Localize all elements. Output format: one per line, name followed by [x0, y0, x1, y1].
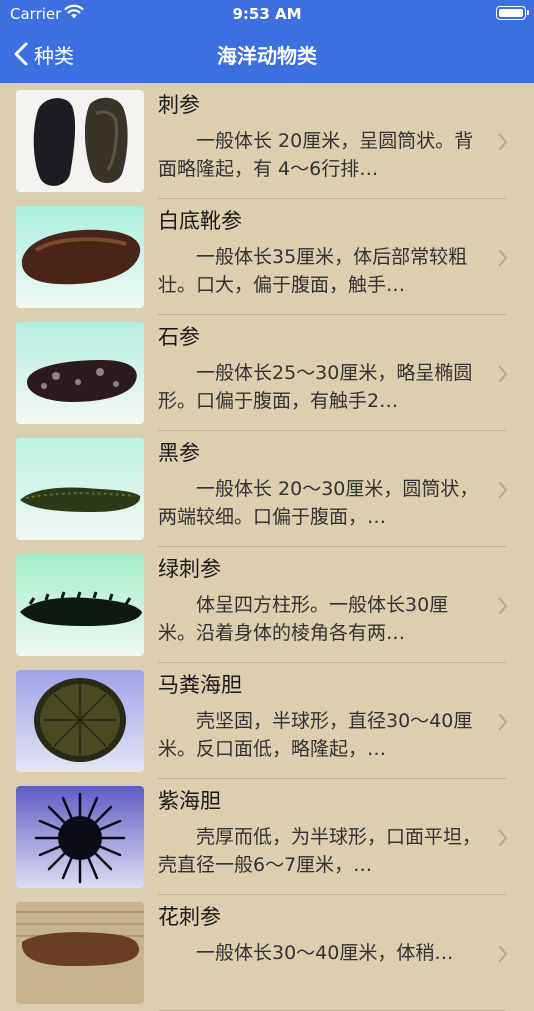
item-description: 一般体长25～30厘米，略呈椭圆形。口偏于腹面，有触手2…	[158, 362, 473, 412]
item-description: 一般体长35厘米，体后部常较粗壮。口大，偏于腹面，触手…	[158, 246, 468, 296]
item-name: 花刺参	[158, 905, 221, 929]
battery-icon	[496, 6, 529, 20]
thumbnail-image	[16, 438, 144, 540]
clock: 9:53 AM	[232, 5, 302, 23]
list-item[interactable]: 刺参 一般体长 20厘米，呈圆筒状。背面略隆起，有 4～6行排…	[0, 83, 534, 199]
chevron-right-icon	[498, 829, 508, 851]
chevron-right-icon	[498, 597, 508, 619]
navigation-bar: Carrier 9:53 AM 种类 海洋动物类	[0, 0, 534, 83]
item-name: 石参	[158, 325, 200, 349]
chevron-right-icon	[498, 481, 508, 503]
status-bar: Carrier 9:53 AM	[0, 0, 534, 28]
list-item[interactable]: 马粪海胆 壳坚固，半球形，直径30～40厘米。反口面低，略隆起，…	[0, 663, 534, 779]
item-description: 一般体长 20～30厘米，圆筒状，两端较细。口偏于腹面，…	[158, 478, 479, 528]
thumbnail-image	[16, 786, 144, 888]
item-description: 一般体长 20厘米，呈圆筒状。背面略隆起，有 4～6行排…	[158, 130, 474, 180]
item-name: 白底靴参	[158, 209, 242, 233]
thumbnail-image	[16, 554, 144, 656]
chevron-right-icon	[498, 365, 508, 387]
list-item[interactable]: 白底靴参 一般体长35厘米，体后部常较粗壮。口大，偏于腹面，触手…	[0, 199, 534, 315]
list-item[interactable]: 紫海胆 壳厚而低，为半球形，口面平坦，壳直径一般6～7厘米，…	[0, 779, 534, 895]
chevron-right-icon	[498, 945, 508, 967]
item-name: 黑参	[158, 441, 200, 465]
item-description: 壳厚而低，为半球形，口面平坦，壳直径一般6～7厘米，…	[158, 826, 482, 876]
thumbnail-image	[16, 902, 144, 1004]
item-description: 体呈四方柱形。一般体长30厘米。沿着身体的棱角各有两…	[158, 594, 449, 644]
chevron-right-icon	[498, 249, 508, 271]
thumbnail-image	[16, 322, 144, 424]
list-item[interactable]: 绿刺参 体呈四方柱形。一般体长30厘米。沿着身体的棱角各有两…	[0, 547, 534, 663]
item-name: 刺参	[158, 93, 200, 117]
chevron-right-icon	[498, 133, 508, 155]
item-name: 紫海胆	[158, 789, 221, 813]
species-list: 刺参 一般体长 20厘米，呈圆筒状。背面略隆起，有 4～6行排… 白底靴参 一般…	[0, 83, 534, 1011]
list-item[interactable]: 黑参 一般体长 20～30厘米，圆筒状，两端较细。口偏于腹面，…	[0, 431, 534, 547]
thumbnail-image	[16, 206, 144, 308]
thumbnail-image	[16, 90, 144, 192]
item-name: 绿刺参	[158, 557, 221, 581]
list-item[interactable]: 花刺参 一般体长30～40厘米，体稍…	[0, 895, 534, 1011]
item-description: 一般体长30～40厘米，体稍…	[196, 942, 454, 964]
item-description: 壳坚固，半球形，直径30～40厘米。反口面低，略隆起，…	[158, 710, 473, 760]
page-title: 海洋动物类	[217, 44, 317, 68]
chevron-right-icon	[498, 713, 508, 735]
thumbnail-image	[16, 670, 144, 772]
item-name: 马粪海胆	[158, 673, 242, 697]
list-item[interactable]: 石参 一般体长25～30厘米，略呈椭圆形。口偏于腹面，有触手2…	[0, 315, 534, 431]
